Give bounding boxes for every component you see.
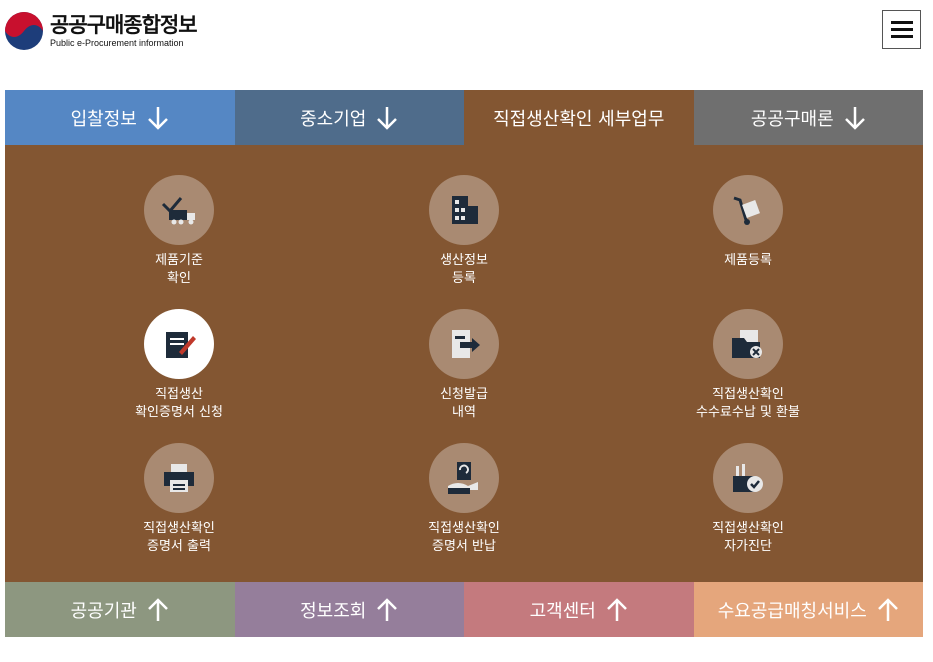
document-arrow-icon: [452, 330, 480, 358]
tab-public-purchase[interactable]: 공공구매론: [693, 90, 923, 145]
icon-circle: [144, 443, 214, 513]
label-line: 신청발급: [440, 387, 488, 402]
tab-label: 직접생산확인 세부업무: [493, 108, 665, 130]
tab-public-institution[interactable]: 공공기관: [5, 582, 235, 637]
label-line: 자가진단: [724, 539, 772, 554]
arrow-down-icon: [377, 106, 398, 130]
icon-circle: [713, 309, 783, 379]
menu-item-self-diagnosis[interactable]: 직접생산확인 자가진단: [628, 443, 868, 556]
label-line: 확인: [167, 271, 191, 286]
folder-cancel-icon: [732, 330, 762, 358]
menu-item-production-info[interactable]: 생산정보 등록: [344, 175, 584, 288]
icon-circle: [713, 175, 783, 245]
label-line: 직접생산확인: [428, 521, 500, 536]
label-line: 직접생산확인: [143, 521, 215, 536]
menu-item-label: 직접생산확인 수수료수납 및 환불: [696, 386, 800, 422]
label-line: 직접생산확인: [712, 387, 784, 402]
label-line: 제품기준: [155, 253, 203, 268]
government-logo-icon[interactable]: [4, 11, 44, 51]
arrow-down-icon: [844, 106, 865, 130]
arrow-up-icon: [377, 597, 398, 621]
return-document-icon: [448, 462, 478, 494]
menu-item-label: 직접생산확인 증명서 출력: [143, 520, 215, 556]
label-line: 확인증명서 신청: [135, 405, 223, 420]
arrow-down-icon: [147, 106, 168, 130]
tab-supply-demand-matching[interactable]: 수요공급매칭서비스: [693, 582, 923, 637]
label-line: 등록: [452, 271, 476, 286]
menu-item-label: 제품기준 확인: [155, 252, 203, 288]
tab-label: 수요공급매칭서비스: [717, 600, 867, 622]
menu-item-issuance-history[interactable]: 신청발급 내역: [344, 309, 584, 422]
tab-bid-info[interactable]: 입찰정보: [5, 90, 235, 145]
label-line: 수수료수납 및 환불: [696, 405, 800, 420]
tab-label: 공공구매론: [750, 108, 834, 130]
icon-circle: [429, 309, 499, 379]
truck-check-icon: [161, 197, 195, 225]
menu-item-certificate-application[interactable]: 직접생산 확인증명서 신청: [59, 309, 299, 422]
bottom-tab-bar: 공공기관 정보조회 고객센터 수요공급매칭서비스: [5, 582, 923, 637]
arrow-up-icon: [877, 597, 898, 621]
menu-item-label: 신청발급 내역: [440, 386, 488, 422]
header: 공공구매종합정보 Public e-Procurement informatio…: [0, 0, 933, 90]
hamburger-menu-button[interactable]: [882, 10, 921, 49]
label-line: 생산정보: [440, 253, 488, 268]
tab-label: 고객센터: [529, 600, 596, 622]
menu-bar: [890, 35, 913, 38]
label-line: 제품등록: [724, 253, 772, 268]
label-line: 증명서 반납: [432, 539, 496, 554]
menu-item-label: 직접생산확인 자가진단: [712, 520, 784, 556]
tab-label: 입찰정보: [70, 108, 137, 130]
top-tab-bar: 입찰정보 중소기업 직접생산확인 세부업무 공공구매론: [5, 90, 923, 145]
menu-bar: [890, 21, 913, 24]
label-line: 내역: [452, 405, 476, 420]
tab-label: 공공기관: [70, 600, 137, 622]
factory-check-icon: [733, 464, 763, 492]
tab-direct-production-active[interactable]: 직접생산확인 세부업무: [464, 90, 694, 145]
tab-label: 정보조회: [300, 600, 367, 622]
menu-bar: [890, 28, 913, 31]
factory-icon: [452, 196, 478, 224]
hand-truck-icon: [733, 196, 760, 225]
icon-circle: [713, 443, 783, 513]
icon-circle: [429, 443, 499, 513]
icon-circle: [144, 175, 214, 245]
notepad-pen-icon: [166, 332, 196, 358]
menu-item-product-registration[interactable]: 제품등록: [628, 175, 868, 270]
menu-item-label: 직접생산확인 증명서 반납: [428, 520, 500, 556]
tab-info-lookup[interactable]: 정보조회: [234, 582, 464, 637]
menu-item-certificate-print[interactable]: 직접생산확인 증명서 출력: [59, 443, 299, 556]
tab-customer-center[interactable]: 고객센터: [464, 582, 694, 637]
icon-circle: [429, 175, 499, 245]
direct-production-panel: 제품기준 확인 생산정보 등록 제품등록 직접생산 확인증명서 신청 신청발급 …: [5, 145, 923, 582]
menu-item-certificate-return[interactable]: 직접생산확인 증명서 반납: [344, 443, 584, 556]
menu-item-label: 생산정보 등록: [440, 252, 488, 288]
icon-circle: [144, 309, 214, 379]
printer-icon: [164, 464, 194, 492]
label-line: 증명서 출력: [147, 539, 211, 554]
menu-item-label: 제품등록: [724, 252, 772, 270]
tab-sme[interactable]: 중소기업: [234, 90, 464, 145]
menu-item-label: 직접생산 확인증명서 신청: [135, 386, 223, 422]
label-line: 직접생산: [155, 387, 203, 402]
menu-item-fee-payment-refund[interactable]: 직접생산확인 수수료수납 및 환불: [628, 309, 868, 422]
tab-label: 중소기업: [300, 108, 367, 130]
label-line: 직접생산확인: [712, 521, 784, 536]
logo-subtitle: Public e-Procurement information: [50, 38, 184, 48]
arrow-up-icon: [147, 597, 168, 621]
arrow-up-icon: [606, 597, 627, 621]
logo-title[interactable]: 공공구매종합정보: [50, 9, 198, 39]
menu-item-product-criteria[interactable]: 제품기준 확인: [59, 175, 299, 288]
